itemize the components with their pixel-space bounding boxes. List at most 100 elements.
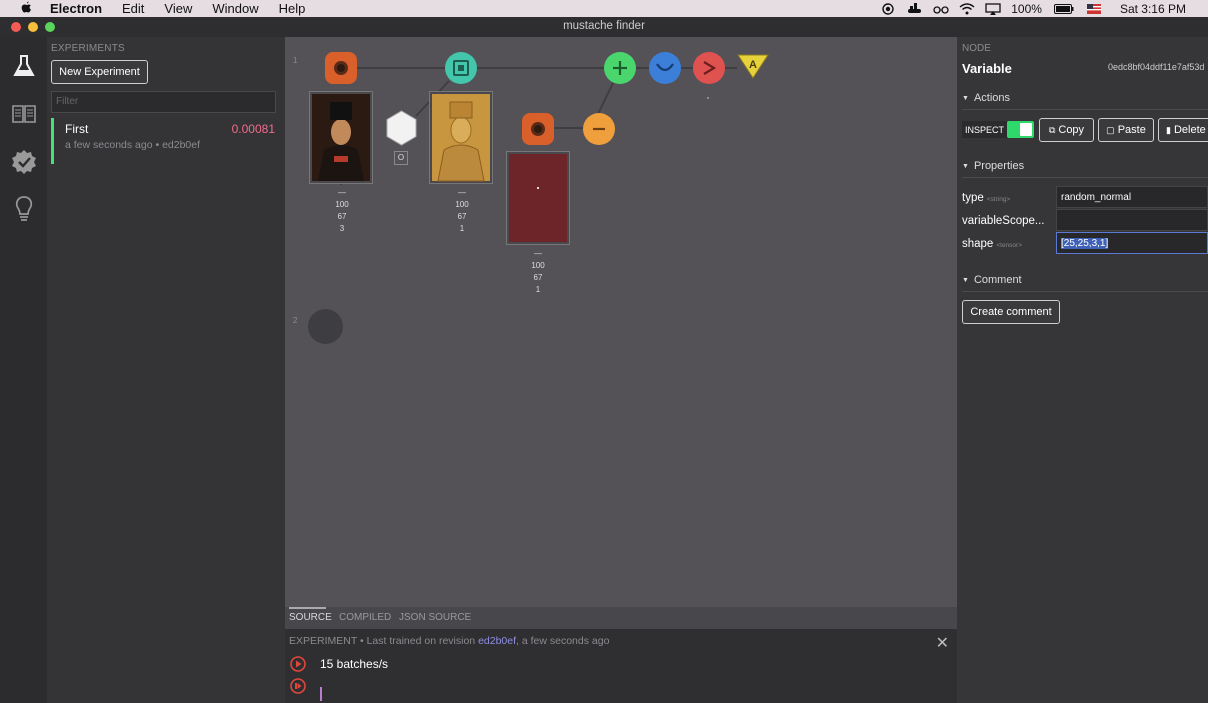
menu-app-name[interactable]: Electron: [50, 1, 102, 16]
stat-dash: —: [458, 188, 466, 197]
properties-section-toggle[interactable]: ▼ Properties: [962, 160, 1024, 172]
image-preview-filtered[interactable]: [429, 91, 493, 184]
create-comment-button[interactable]: Create comment: [962, 300, 1060, 324]
menu-view[interactable]: View: [164, 1, 192, 16]
property-type-hint: <tensor>: [996, 242, 1023, 249]
grayscale-node[interactable]: [385, 110, 418, 151]
docker-icon[interactable]: [907, 2, 922, 15]
delete-label: Delete: [1173, 124, 1206, 136]
close-icon[interactable]: ✕: [936, 633, 949, 653]
property-key-type: type <string>: [962, 192, 1010, 204]
stat-dash: —: [338, 188, 346, 197]
property-value-shape[interactable]: [25,25,3,1]: [1056, 232, 1208, 254]
stat-dash: —: [534, 249, 542, 258]
property-name: shape: [962, 238, 994, 250]
property-value-variable-scope[interactable]: [1056, 209, 1208, 231]
property-key-variable-scope: variableScope...: [962, 215, 1044, 227]
embossed-image: [432, 94, 490, 182]
icon-rail: [0, 37, 47, 703]
output-shape-stats: — 100 67 1: [523, 248, 553, 296]
glasses-icon[interactable]: [933, 3, 949, 15]
verified-check-icon[interactable]: [11, 149, 37, 175]
image-node-icon: [334, 61, 348, 75]
inspect-toggle[interactable]: [1007, 121, 1034, 138]
plus-icon: [613, 61, 627, 75]
menu-edit[interactable]: Edit: [122, 1, 144, 16]
apple-icon[interactable]: [20, 1, 36, 17]
book-icon[interactable]: [11, 101, 37, 127]
comment-label: Comment: [973, 274, 1022, 286]
experiment-filter-input[interactable]: Filter: [51, 91, 276, 113]
image-input-node[interactable]: [325, 52, 357, 84]
subtract-node[interactable]: [583, 113, 615, 145]
compare-node[interactable]: [693, 52, 725, 84]
conv-node[interactable]: [445, 52, 477, 84]
record-icon[interactable]: [881, 2, 895, 15]
menu-window[interactable]: Window: [212, 1, 258, 16]
airplay-icon[interactable]: [985, 2, 1001, 15]
experiment-list-item[interactable]: First 0.00081 a few seconds ago • ed2b0e…: [51, 118, 281, 164]
paste-button[interactable]: ▢ Paste: [1098, 118, 1154, 142]
variable-node-icon: [531, 122, 545, 136]
optimizer-node[interactable]: A: [737, 53, 769, 84]
batches-per-second: 15 batches/s: [320, 657, 389, 671]
hexagon-icon: [386, 110, 417, 146]
optimizer-triangle-icon: A: [737, 54, 769, 79]
flask-icon[interactable]: [11, 53, 37, 79]
tab-json-source[interactable]: JSON SOURCE: [399, 612, 471, 623]
tab-source[interactable]: SOURCE: [289, 612, 332, 623]
divider: [962, 109, 1208, 110]
output-status-suffix: , a few seconds ago: [516, 635, 610, 647]
comment-section-toggle[interactable]: ▼ Comment: [962, 274, 1022, 286]
revision-link[interactable]: ed2b0ef: [478, 635, 516, 647]
tab-compiled[interactable]: COMPILED: [339, 612, 391, 623]
us-flag-icon[interactable]: [1086, 3, 1101, 15]
variable-preview[interactable]: [506, 151, 570, 245]
experiments-header: EXPERIMENTS: [51, 43, 125, 54]
placeholder-port[interactable]: O: [394, 151, 408, 165]
variable-tensor-image: [509, 154, 567, 242]
shape-value-selected: [25,25,3,1]: [1061, 238, 1109, 249]
stat-dim: 100: [335, 200, 349, 209]
image-preview-original[interactable]: [309, 91, 373, 184]
output-panel: EXPERIMENT • Last trained on revision ed…: [285, 629, 957, 703]
wifi-icon[interactable]: [959, 2, 975, 15]
portrait-image: [312, 94, 370, 181]
step-icon[interactable]: [290, 678, 306, 694]
source-tabs: SOURCE COMPILED JSON SOURCE: [285, 607, 957, 629]
inspect-label: INSPECT: [962, 121, 1008, 138]
property-name: type: [962, 192, 984, 204]
stat-dim: 1: [535, 285, 541, 294]
cup-icon: [656, 63, 674, 72]
empty-node-slot[interactable]: [308, 309, 343, 344]
caret-down-icon: ▼: [962, 276, 969, 284]
node-type: Variable: [962, 61, 1012, 76]
experiment-score: 0.00081: [231, 122, 275, 136]
trash-icon: ▮: [1166, 124, 1171, 135]
stat-dim: 3: [339, 224, 345, 233]
battery-icon[interactable]: [1053, 3, 1074, 15]
new-experiment-button[interactable]: New Experiment: [51, 60, 148, 84]
stat-dim: 100: [455, 200, 469, 209]
clock[interactable]: Sat 3:16 PM: [1120, 2, 1186, 16]
property-key-shape: shape <tensor>: [962, 238, 1022, 250]
add-node[interactable]: [604, 52, 636, 84]
reduce-node[interactable]: [649, 52, 681, 84]
lightbulb-icon[interactable]: [11, 195, 37, 221]
stat-dim: 67: [457, 212, 467, 221]
copy-button[interactable]: ⧉ Copy: [1039, 118, 1094, 142]
menu-help[interactable]: Help: [279, 1, 306, 16]
output-status: EXPERIMENT • Last trained on revision ed…: [289, 635, 609, 647]
play-icon[interactable]: [290, 656, 306, 672]
battery-percent: 100%: [1011, 1, 1042, 16]
delete-button[interactable]: ▮ Delete: [1158, 118, 1208, 142]
dot-marker: [707, 97, 709, 99]
window-title: mustache finder: [563, 20, 645, 32]
actions-section-toggle[interactable]: ▼ Actions: [962, 92, 1010, 104]
property-value-type[interactable]: random_normal: [1056, 186, 1208, 208]
graph-canvas[interactable]: 1 2 A — 100 67 3 O — 100 67 1 — 100 67 1: [285, 37, 957, 607]
output-shape-stats: — 100 67 3: [327, 187, 357, 235]
variable-node[interactable]: [522, 113, 554, 145]
inspector-header: NODE: [962, 43, 991, 54]
divider: [962, 177, 1208, 178]
